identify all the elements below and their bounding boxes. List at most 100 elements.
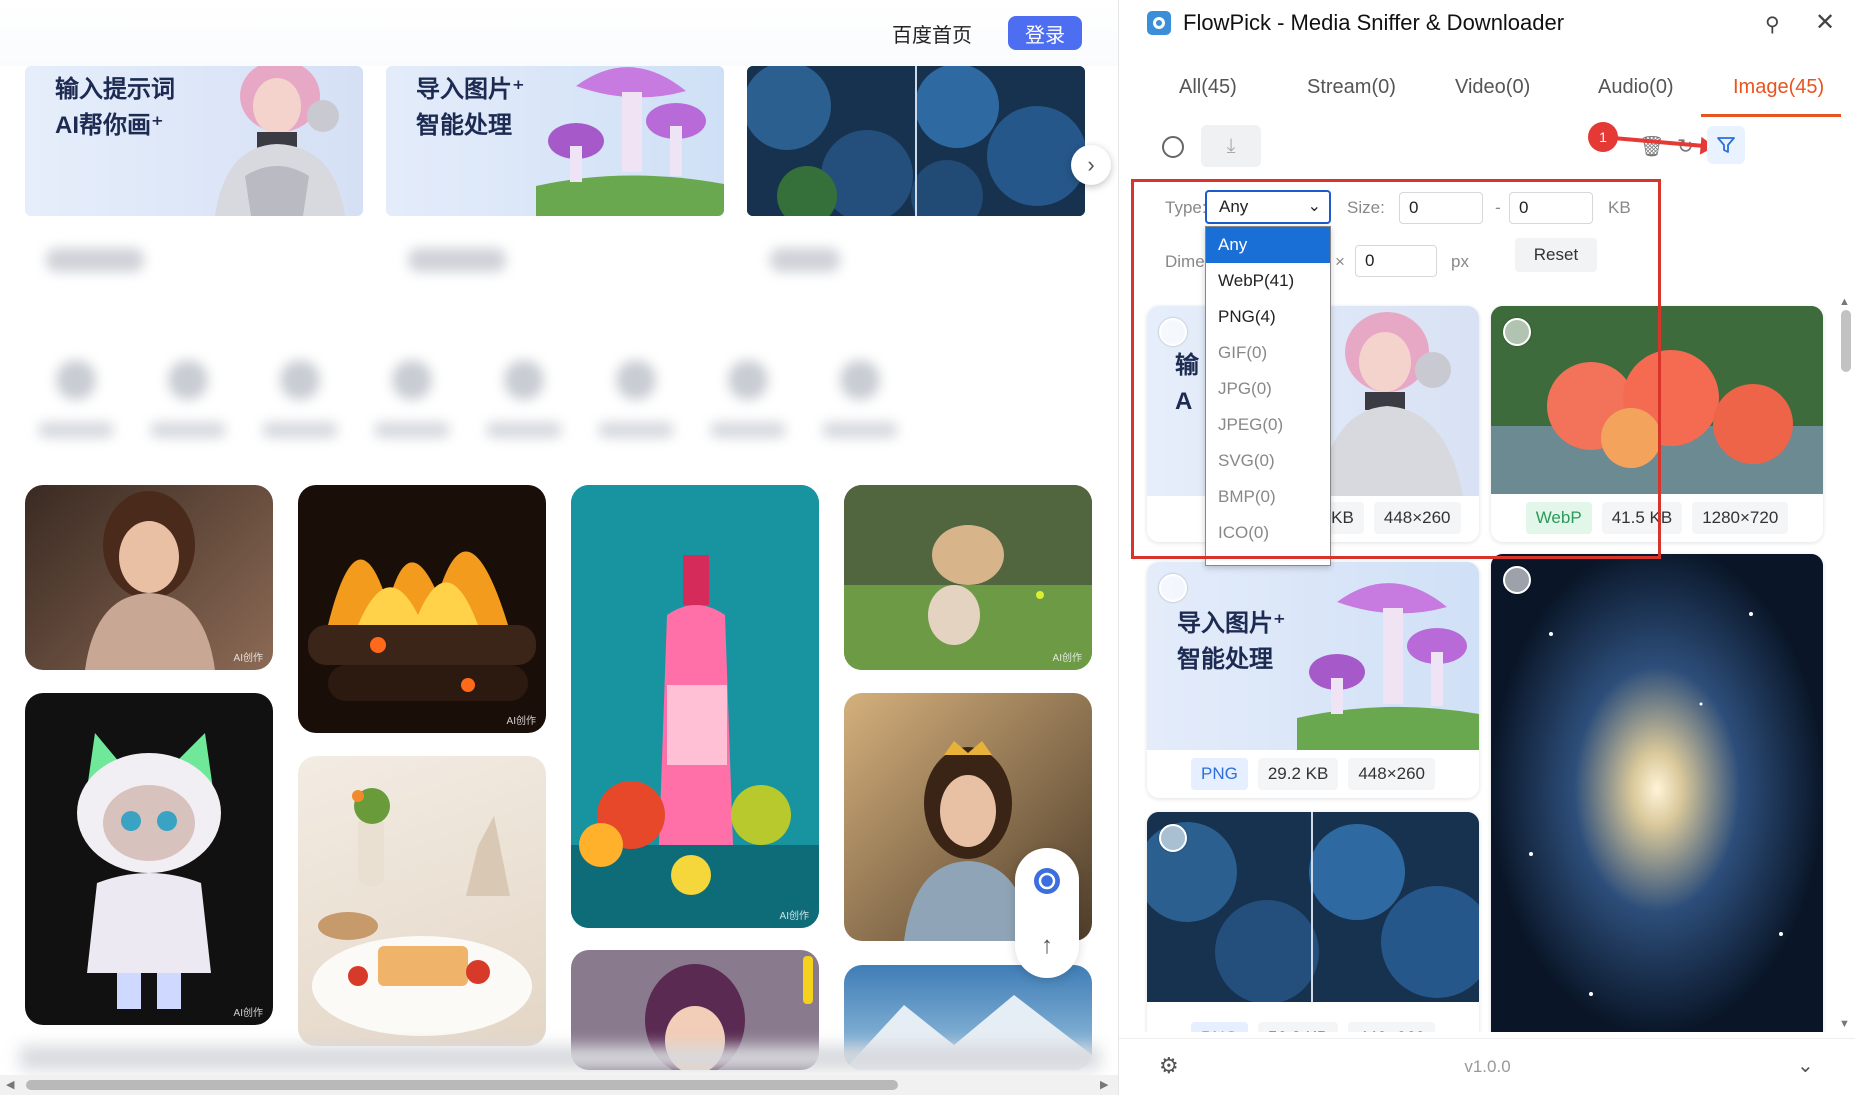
select-all-radio[interactable] bbox=[1162, 136, 1184, 158]
tab-all[interactable]: All(45) bbox=[1179, 76, 1237, 99]
card-thumbnail bbox=[1147, 812, 1479, 1004]
peaches-in-water-image bbox=[1491, 306, 1823, 494]
image-tile[interactable] bbox=[298, 756, 546, 1046]
scroll-up-icon[interactable]: ▲ bbox=[1839, 296, 1850, 308]
card-checkbox[interactable] bbox=[1503, 566, 1531, 594]
blurred-label bbox=[374, 422, 450, 438]
scrollbar-thumb[interactable] bbox=[26, 1080, 898, 1090]
type-option-svg[interactable]: SVG(0) bbox=[1206, 443, 1330, 479]
image-card[interactable]: PNG 56.3 KB 448×260 bbox=[1147, 812, 1479, 1032]
size-min-input[interactable]: 0 bbox=[1399, 192, 1483, 224]
scroll-down-icon[interactable]: ▼ bbox=[1839, 1018, 1850, 1030]
blurred-icon bbox=[392, 360, 432, 400]
type-option-jpeg[interactable]: JPEG(0) bbox=[1206, 407, 1330, 443]
chevron-down-icon[interactable]: ⌄ bbox=[1797, 1053, 1814, 1078]
woman-portrait-image bbox=[85, 491, 215, 670]
panel-toolbar: ⤓ 🗑 ↻ 1 bbox=[1119, 122, 1855, 172]
image-tile[interactable]: AI创作 bbox=[844, 485, 1092, 670]
ai-watermark: AI创作 bbox=[506, 716, 536, 727]
card-banner-text: 导入图片⁺ 智能处理 bbox=[1177, 610, 1286, 673]
carousel-next-button[interactable]: › bbox=[1071, 145, 1111, 185]
pin-icon[interactable]: ⚲ bbox=[1765, 12, 1780, 37]
assistant-icon[interactable] bbox=[1032, 866, 1062, 896]
banner-blueberries[interactable] bbox=[747, 66, 1085, 216]
type-option-any[interactable]: Any bbox=[1206, 227, 1330, 263]
ai-watermark: AI创作 bbox=[233, 1008, 263, 1019]
card-checkbox[interactable] bbox=[1159, 824, 1187, 852]
banner-ai-draw[interactable]: 输入提示词 AI帮你画⁺ bbox=[25, 66, 363, 216]
campfire-image bbox=[308, 551, 536, 701]
close-icon[interactable]: ✕ bbox=[1815, 8, 1835, 37]
reset-button[interactable]: Reset bbox=[1515, 238, 1597, 272]
filter-button[interactable] bbox=[1707, 126, 1745, 164]
card-thumbnail bbox=[1491, 306, 1823, 494]
card-banner-text: 输 A bbox=[1175, 352, 1199, 415]
size-max-input[interactable]: 0 bbox=[1509, 192, 1593, 224]
scroll-left-icon[interactable]: ◀ bbox=[6, 1078, 14, 1091]
blurred-label bbox=[822, 422, 898, 438]
web-page: 百度首页 登录 输入提示词 AI帮你画⁺ 导入图片⁺ 智能处理 › AI创作 A… bbox=[0, 0, 1118, 1095]
image-card[interactable]: 导入图片⁺ 智能处理 PNG 29.2 KB 448×260 bbox=[1147, 562, 1479, 798]
card-format: WebP bbox=[1525, 502, 1592, 534]
blurred-label bbox=[262, 422, 338, 438]
blueberries-image bbox=[1147, 812, 1479, 1004]
tab-audio[interactable]: Audio(0) bbox=[1598, 76, 1674, 99]
image-card[interactable]: WebP 41.5 KB 1280×720 bbox=[1491, 306, 1823, 542]
flowpick-panel: FlowPick - Media Sniffer & Downloader ⚲ … bbox=[1118, 0, 1855, 1095]
horizontal-scrollbar[interactable]: ◀ ▶ bbox=[0, 1075, 1118, 1095]
home-link[interactable]: 百度首页 bbox=[892, 19, 972, 48]
login-button[interactable]: 登录 bbox=[1008, 16, 1082, 50]
type-option-webp[interactable]: WebP(41) bbox=[1206, 263, 1330, 299]
blurred-label bbox=[38, 422, 114, 438]
image-tile[interactable]: AI创作 bbox=[298, 485, 546, 733]
type-option-jpg[interactable]: JPG(0) bbox=[1206, 371, 1330, 407]
image-tile[interactable]: AI创作 bbox=[25, 693, 273, 1025]
card-checkbox[interactable] bbox=[1159, 574, 1187, 602]
type-option-png[interactable]: PNG(4) bbox=[1206, 299, 1330, 335]
version-label: v1.0.0 bbox=[1464, 1057, 1511, 1076]
blurred-icon bbox=[728, 360, 768, 400]
scrollbar-thumb[interactable] bbox=[1841, 310, 1851, 372]
card-checkbox[interactable] bbox=[1159, 318, 1187, 346]
mushroom-image bbox=[1297, 583, 1479, 750]
image-card[interactable] bbox=[1491, 554, 1823, 1032]
panel-footer: ⚙ v1.0.0 ⌄ bbox=[1119, 1038, 1855, 1095]
ai-watermark: AI创作 bbox=[1052, 653, 1082, 664]
scroll-right-icon[interactable]: ▶ bbox=[1100, 1078, 1108, 1091]
banner-import-image[interactable]: 导入图片⁺ 智能处理 bbox=[386, 66, 724, 216]
blurred-icon bbox=[56, 360, 96, 400]
robot-girl-image bbox=[215, 66, 345, 216]
card-meta: WebP 41.5 KB 1280×720 bbox=[1491, 502, 1823, 534]
mushroom-image bbox=[536, 67, 724, 216]
tab-video[interactable]: Video(0) bbox=[1455, 76, 1530, 99]
blurred-label bbox=[486, 422, 562, 438]
blurred-label bbox=[598, 422, 674, 438]
type-option-bmp[interactable]: BMP(0) bbox=[1206, 479, 1330, 515]
flowpick-logo-icon bbox=[1147, 11, 1171, 35]
dimension-height-input[interactable]: 0 bbox=[1355, 245, 1437, 277]
top-nav: 百度首页 登录 bbox=[0, 0, 1118, 66]
blurred-caption bbox=[770, 248, 840, 272]
download-icon: ⤓ bbox=[1226, 134, 1236, 157]
food-plate-image bbox=[312, 788, 532, 1036]
tab-stream[interactable]: Stream(0) bbox=[1307, 76, 1396, 99]
type-option-ico[interactable]: ICO(0) bbox=[1206, 515, 1330, 551]
blurred-icon bbox=[840, 360, 880, 400]
type-select[interactable]: Any ⌄ bbox=[1205, 190, 1331, 224]
image-tile[interactable]: AI创作 bbox=[25, 485, 273, 670]
vertical-scrollbar[interactable]: ▲ ▼ bbox=[1837, 296, 1853, 1032]
chevron-right-icon: › bbox=[1087, 152, 1095, 177]
blurred-caption bbox=[408, 248, 506, 272]
card-checkbox[interactable] bbox=[1503, 318, 1531, 346]
type-option-gif[interactable]: GIF(0) bbox=[1206, 335, 1330, 371]
card-dimensions: 448×260 bbox=[1348, 758, 1435, 790]
blurred-icon bbox=[280, 360, 320, 400]
card-dimensions: 448×260 bbox=[1373, 502, 1461, 534]
back-to-top-icon[interactable]: ↑ bbox=[1041, 932, 1053, 960]
panel-title-bar: FlowPick - Media Sniffer & Downloader bbox=[1147, 10, 1564, 36]
image-tile[interactable]: AI创作 bbox=[571, 485, 819, 928]
download-button[interactable]: ⤓ bbox=[1201, 125, 1261, 167]
galaxy-image bbox=[1491, 554, 1823, 1032]
blurred-caption bbox=[46, 248, 144, 272]
tab-image[interactable]: Image(45) bbox=[1733, 76, 1824, 99]
